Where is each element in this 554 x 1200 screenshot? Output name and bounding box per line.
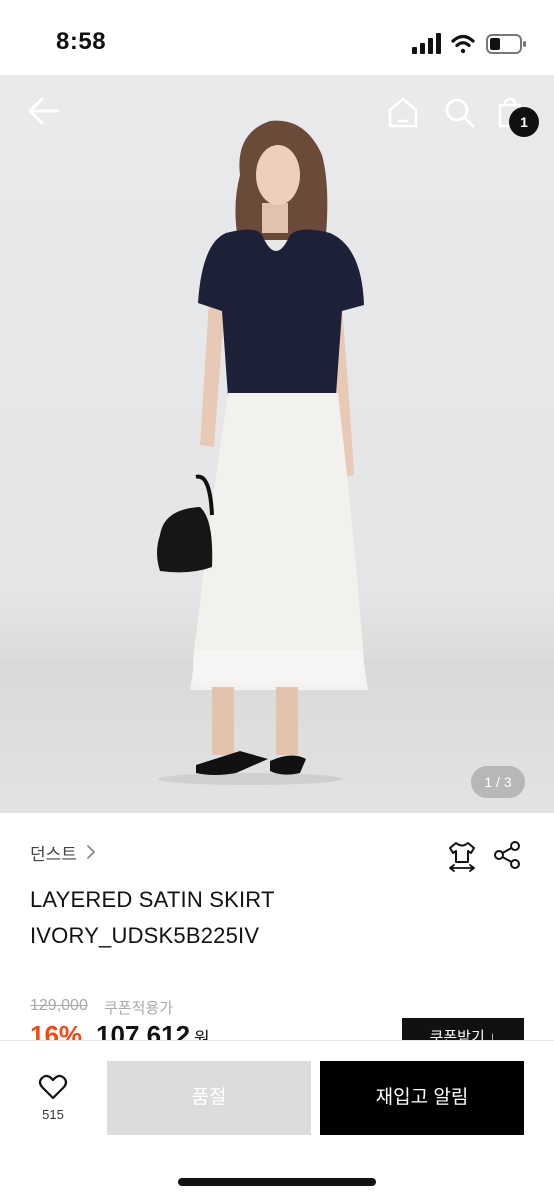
battery-icon bbox=[486, 34, 526, 54]
signal-icon bbox=[412, 33, 441, 54]
like-button[interactable]: 515 bbox=[22, 1072, 84, 1132]
status-icons bbox=[412, 33, 526, 54]
heart-icon[interactable] bbox=[38, 1072, 68, 1102]
home-icon[interactable] bbox=[386, 95, 420, 129]
chevron-right-icon bbox=[87, 845, 96, 859]
product-photo bbox=[157, 120, 368, 785]
cart-count-badge[interactable]: 1 bbox=[509, 107, 539, 137]
status-time: 8:58 bbox=[56, 28, 107, 55]
tshirt-size-icon[interactable] bbox=[446, 840, 478, 872]
product-image-gallery[interactable]: 1 1 / 3 bbox=[0, 75, 554, 813]
restock-alert-button[interactable]: 재입고 알림 bbox=[320, 1061, 524, 1135]
share-icon[interactable] bbox=[492, 840, 522, 870]
home-indicator bbox=[178, 1178, 376, 1186]
coupon-price-label: 쿠폰적용가 bbox=[104, 999, 174, 1017]
wifi-icon bbox=[451, 34, 475, 54]
image-pager: 1 / 3 bbox=[471, 766, 525, 798]
like-count: 515 bbox=[42, 1107, 64, 1122]
product-name: LAYERED SATIN SKIRT IVORY_UDSK5B225IV bbox=[30, 882, 430, 954]
brand-link[interactable]: 던스트 bbox=[30, 840, 97, 865]
original-price: 129,000 bbox=[30, 997, 88, 1014]
product-name-line1: LAYERED SATIN SKIRT bbox=[30, 887, 275, 912]
status-bar: 8:58 bbox=[0, 0, 554, 75]
search-icon[interactable] bbox=[442, 95, 476, 129]
soldout-button[interactable]: 품절 bbox=[107, 1061, 311, 1135]
brand-name: 던스트 bbox=[30, 844, 77, 865]
product-name-line2: IVORY_UDSK5B225IV bbox=[30, 923, 260, 948]
back-arrow-icon[interactable] bbox=[26, 93, 62, 129]
